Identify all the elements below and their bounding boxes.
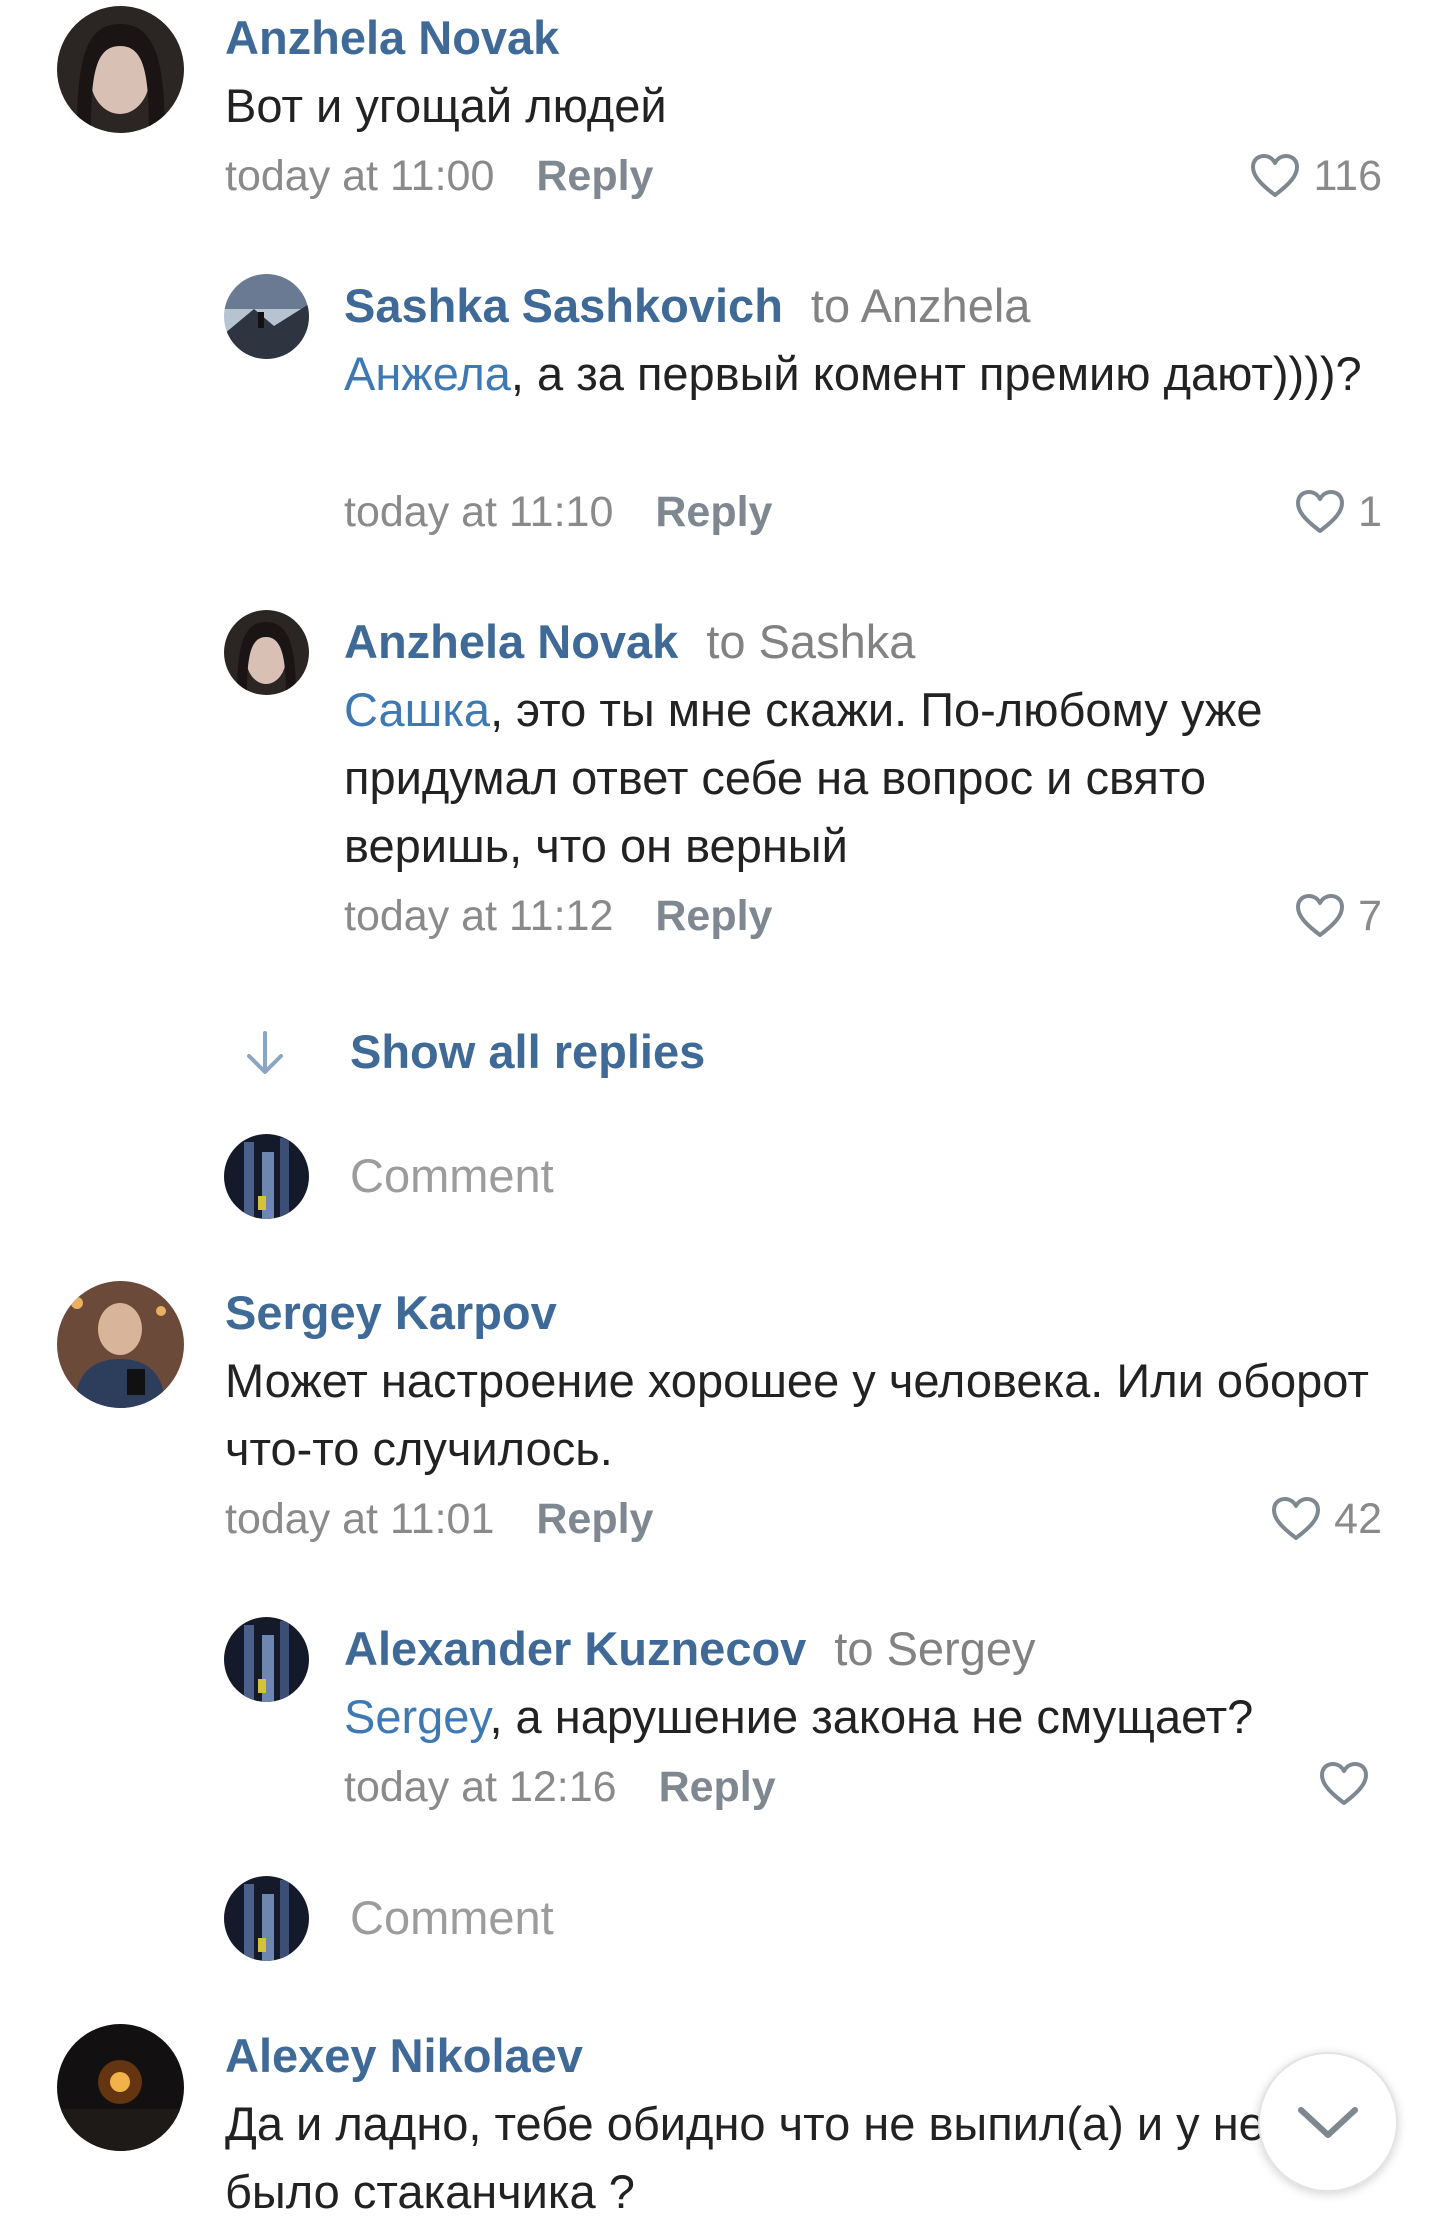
like-count: 7: [1358, 892, 1382, 940]
reply-button[interactable]: Reply: [655, 892, 772, 940]
like-count: 1: [1358, 488, 1382, 536]
comment-meta: today at 12:16 Reply: [344, 1761, 776, 1813]
reply-target[interactable]: to Sashka: [706, 615, 915, 668]
avatar[interactable]: [224, 610, 309, 695]
avatar[interactable]: [57, 2024, 184, 2151]
like-button[interactable]: 42: [1270, 1493, 1382, 1545]
comment-input[interactable]: Comment: [350, 1890, 554, 1946]
comment-text: Вот и угощай людей: [225, 79, 667, 132]
comment-text: Да и ладно, тебе обидно что не выпил(а) …: [225, 2097, 1373, 2218]
comment-meta: today at 11:10 Reply: [344, 486, 772, 538]
comment-meta: today at 11:12 Reply: [344, 890, 772, 942]
avatar: [224, 1876, 309, 1961]
avatar[interactable]: [224, 1617, 309, 1702]
like-count: 116: [1313, 152, 1382, 200]
comment-meta: today at 11:01 Reply: [225, 1493, 653, 1545]
comment-time: today at 11:12: [344, 892, 614, 940]
comment-text: Sergey, а нарушение закона не смущает?: [344, 1683, 1404, 1751]
comment-body: , а нарушение закона не смущает?: [489, 1690, 1254, 1743]
reply-button[interactable]: Reply: [536, 152, 653, 200]
like-button[interactable]: 7: [1294, 890, 1382, 942]
reply-target[interactable]: to Sergey: [834, 1622, 1035, 1675]
comment-input[interactable]: Comment: [350, 1148, 554, 1204]
heart-outline-icon: [1296, 894, 1345, 937]
author-name[interactable]: Alexander Kuznecov: [344, 1622, 806, 1675]
comment-time: today at 11:10: [344, 488, 614, 536]
comment-author[interactable]: Alexey Nikolaev: [225, 2028, 583, 2084]
comment-author: Alexander Kuznecov to Sergey: [344, 1621, 1036, 1677]
comment-author[interactable]: Anzhela Novak: [225, 10, 559, 66]
arrow-down-icon[interactable]: [244, 1030, 286, 1076]
heart-outline-icon: [1320, 1762, 1368, 1805]
comment-meta: today at 11:00 Reply: [225, 150, 653, 202]
mention-link[interactable]: Сашка: [344, 683, 490, 736]
show-all-replies-link[interactable]: Show all replies: [350, 1024, 705, 1080]
author-name[interactable]: Sashka Sashkovich: [344, 279, 783, 332]
reply-button[interactable]: Reply: [536, 1495, 653, 1543]
reply-button[interactable]: Reply: [655, 488, 772, 536]
comment-text: Может настроение хорошее у человека. Или…: [225, 1354, 1369, 1475]
mention-link[interactable]: Анжела: [344, 347, 511, 400]
author-name[interactable]: Anzhela Novak: [344, 615, 678, 668]
scroll-down-button[interactable]: [1258, 2052, 1398, 2192]
comment-author: Anzhela Novak to Sashka: [344, 614, 915, 670]
heart-outline-icon: [1272, 1497, 1321, 1540]
comment-text: Сашка, это ты мне скажи. По-любому уже п…: [344, 676, 1384, 880]
comment-text: Анжела, а за первый комент премию дают))…: [344, 340, 1384, 408]
like-button[interactable]: 1: [1294, 486, 1382, 538]
heart-outline-icon: [1251, 154, 1300, 197]
comment-time: today at 11:01: [225, 1495, 495, 1543]
comment-body: , а за первый комент премию дают))))?: [510, 347, 1362, 400]
comment-author[interactable]: Sergey Karpov: [225, 1285, 557, 1341]
like-count: 42: [1334, 1495, 1382, 1543]
chevron-down-icon: [1298, 2107, 1358, 2138]
comment-time: today at 11:00: [225, 152, 495, 200]
like-button[interactable]: [1318, 1761, 1382, 1807]
reply-button[interactable]: Reply: [659, 1763, 776, 1811]
like-button[interactable]: 116: [1249, 150, 1382, 202]
mention-link[interactable]: Sergey: [344, 1690, 489, 1743]
comment-time: today at 12:16: [344, 1763, 617, 1811]
avatar: [224, 1134, 309, 1219]
avatar[interactable]: [224, 274, 309, 359]
heart-outline-icon: [1296, 490, 1345, 533]
avatar[interactable]: [57, 1281, 184, 1408]
comment-author: Sashka Sashkovich to Anzhela: [344, 278, 1030, 334]
avatar[interactable]: [57, 6, 184, 133]
reply-target[interactable]: to Anzhela: [811, 279, 1031, 332]
